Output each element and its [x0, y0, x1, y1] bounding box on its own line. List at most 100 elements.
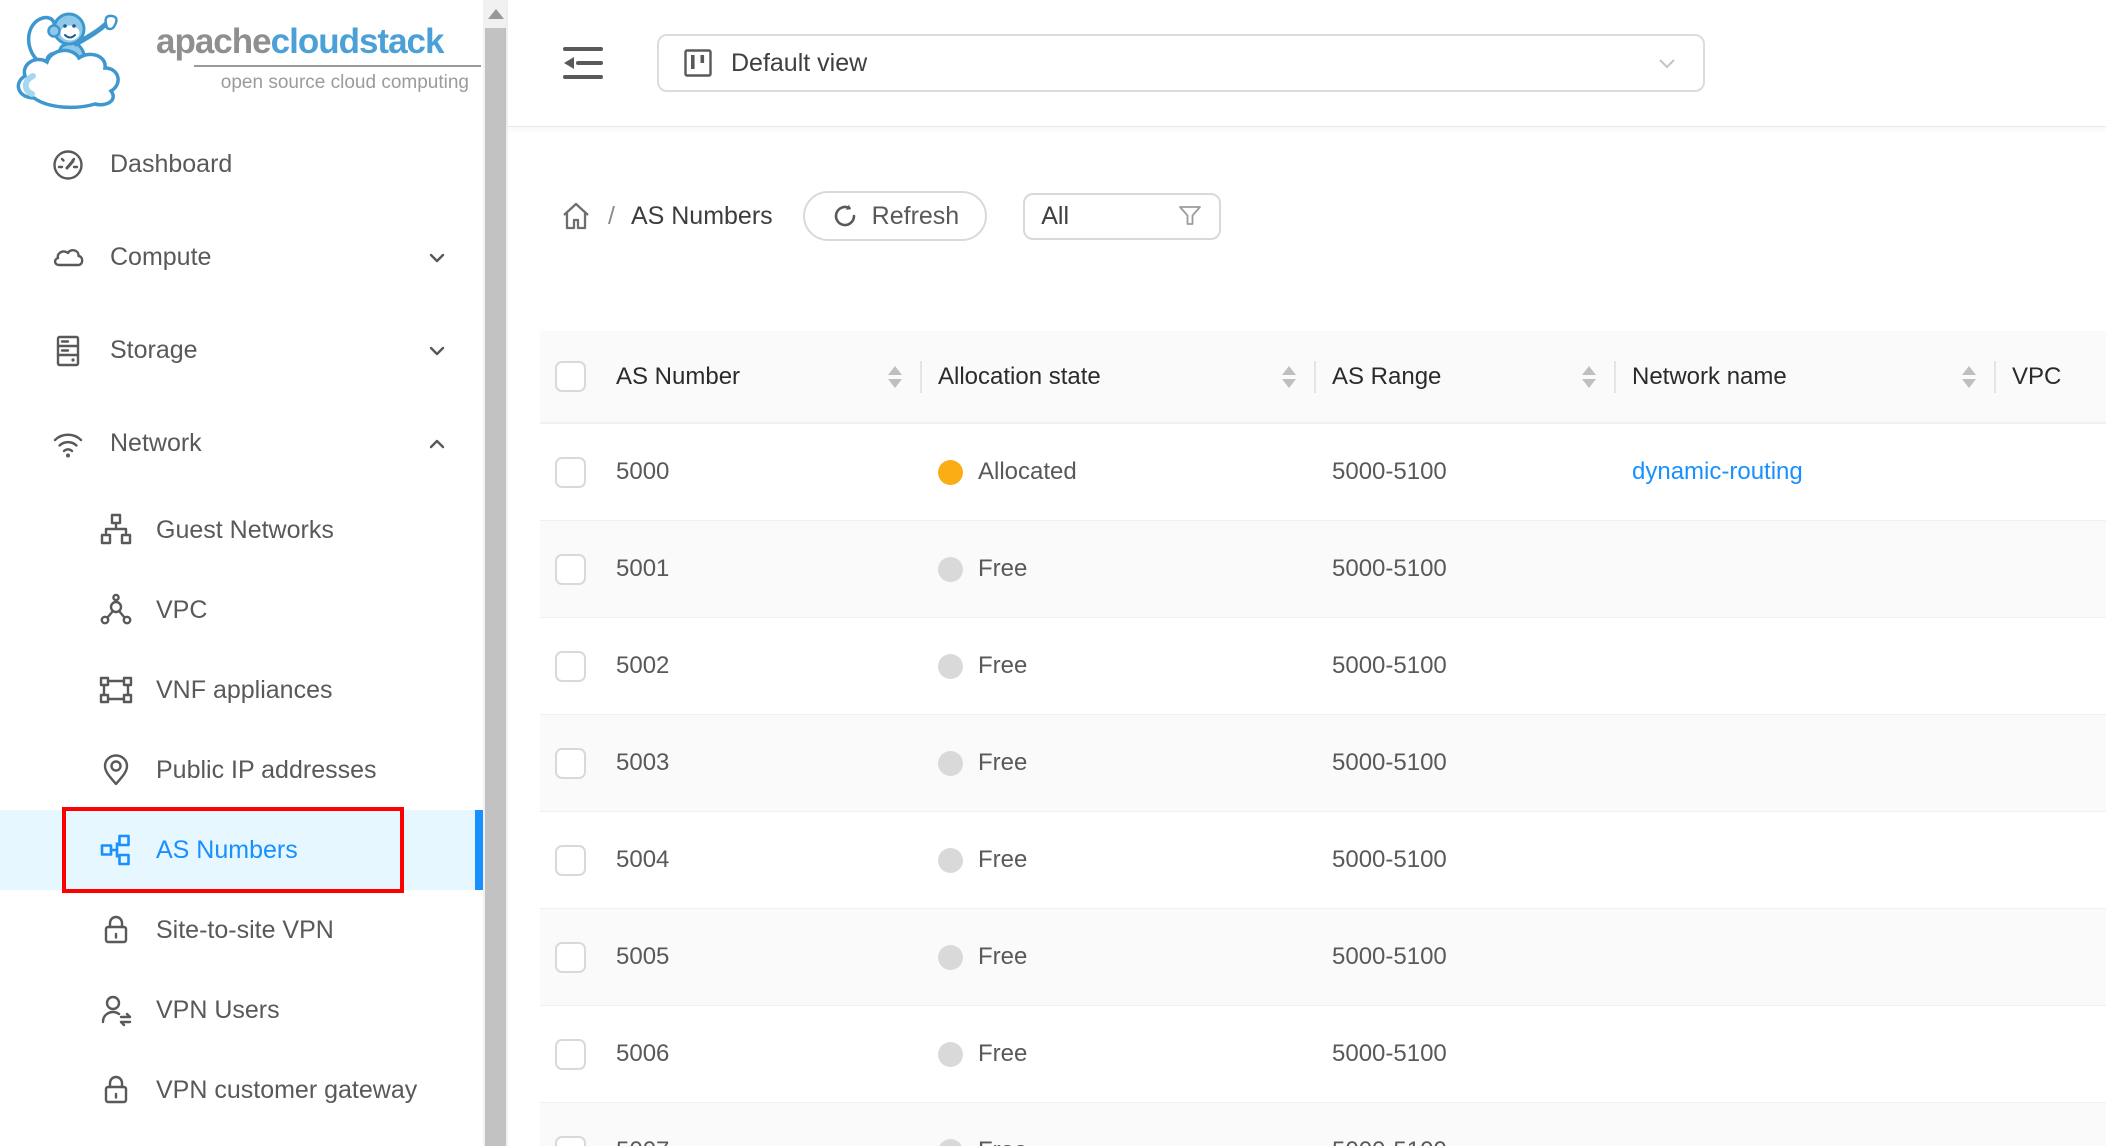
- status-label: Free: [978, 652, 1027, 680]
- status-dot: [938, 557, 963, 582]
- map-pin-icon: [98, 753, 134, 787]
- row-checkbox[interactable]: [555, 554, 586, 585]
- sidebar-item-label: Dashboard: [110, 150, 447, 179]
- sidebar-item-guest-networks[interactable]: Guest Networks: [0, 490, 483, 570]
- allocation-state-cell: Free: [922, 909, 1316, 1005]
- as-number-cell: 5005: [600, 909, 922, 1005]
- allocation-state-cell: Free: [922, 521, 1316, 617]
- network-name-cell: [1616, 1103, 1996, 1146]
- vpc-cell: [1996, 812, 2106, 908]
- row-checkbox[interactable]: [555, 748, 586, 779]
- status-dot: [938, 1139, 963, 1146]
- column-header-allocation-state[interactable]: Allocation state: [922, 331, 1316, 422]
- sidebar-item-storage[interactable]: Storage: [0, 304, 483, 397]
- status-dot: [938, 654, 963, 679]
- sidebar-item-label: Compute: [110, 243, 427, 272]
- scrollbar-thumb[interactable]: [485, 28, 506, 1146]
- vpc-cell: [1996, 521, 2106, 617]
- row-checkbox[interactable]: [555, 1039, 586, 1070]
- network-name-cell: [1616, 1006, 1996, 1102]
- sort-carets-icon[interactable]: [1582, 366, 1596, 388]
- breadcrumb-current: AS Numbers: [631, 202, 773, 231]
- status-dot: [938, 751, 963, 776]
- table-row: 5001 Free 5000-5100: [540, 521, 2106, 618]
- network-name-cell: [1616, 521, 1996, 617]
- select-all-checkbox[interactable]: [555, 361, 586, 392]
- network-name-link[interactable]: dynamic-routing: [1632, 458, 1803, 486]
- view-selector[interactable]: Default view: [657, 34, 1705, 92]
- status-label: Free: [978, 1040, 1027, 1068]
- row-checkbox[interactable]: [555, 845, 586, 876]
- sidebar-item-network[interactable]: Network: [0, 397, 483, 490]
- sidebar-item-site-to-site-vpn[interactable]: Site-to-site VPN: [0, 890, 483, 970]
- home-icon[interactable]: [560, 200, 592, 232]
- as-range-cell: 5000-5100: [1316, 1006, 1616, 1102]
- vpc-cell: [1996, 424, 2106, 520]
- vnf-frame-icon: [98, 673, 134, 707]
- lock-icon: [98, 1073, 134, 1107]
- chevron-down-icon: [1655, 51, 1679, 75]
- table-header-row: AS Number Allocation state AS Range Netw…: [540, 331, 2106, 424]
- dashboard-icon: [50, 147, 86, 183]
- as-number-cell: 5004: [600, 812, 922, 908]
- filter-selector[interactable]: All: [1023, 193, 1221, 240]
- as-range-cell: 5000-5100: [1316, 909, 1616, 1005]
- sidebar-item-vpn-customer-gateway[interactable]: VPN customer gateway: [0, 1050, 483, 1130]
- as-number-cell: 5000: [600, 424, 922, 520]
- sidebar-item-label: Public IP addresses: [156, 756, 483, 785]
- chevron-up-icon: [427, 434, 447, 454]
- sidebar-scrollbar[interactable]: [483, 0, 508, 1146]
- chevron-down-icon: [427, 248, 447, 268]
- sort-carets-icon[interactable]: [1962, 366, 1976, 388]
- row-checkbox[interactable]: [555, 1136, 586, 1146]
- view-selector-value: Default view: [731, 49, 1655, 78]
- column-label: VPC: [2012, 363, 2061, 391]
- column-header-vpc[interactable]: VPC: [1996, 331, 2106, 422]
- row-checkbox[interactable]: [555, 651, 586, 682]
- topbar: Default view: [508, 0, 2106, 127]
- allocation-state-cell: Free: [922, 1006, 1316, 1102]
- sidebar-item-label: Site-to-site VPN: [156, 916, 483, 945]
- brand-underline: [194, 65, 481, 67]
- sidebar: apachecloudstack open source cloud compu…: [0, 0, 483, 1146]
- column-header-as-number[interactable]: AS Number: [600, 331, 922, 422]
- brand-cloudstack: cloudstack: [271, 22, 444, 61]
- breadcrumb: / AS Numbers Refresh All: [560, 191, 2106, 241]
- sidebar-item-dashboard[interactable]: Dashboard: [0, 118, 483, 211]
- vpc-cell: [1996, 1006, 2106, 1102]
- sidebar-item-vpn-users[interactable]: VPN Users: [0, 970, 483, 1050]
- row-checkbox[interactable]: [555, 942, 586, 973]
- scroll-up-button[interactable]: [483, 0, 508, 28]
- sidebar-item-compute[interactable]: Compute: [0, 211, 483, 304]
- network-name-cell: [1616, 812, 1996, 908]
- sidebar-item-vnf-appliances[interactable]: VNF appliances: [0, 650, 483, 730]
- sort-carets-icon[interactable]: [888, 366, 902, 388]
- column-header-network-name[interactable]: Network name: [1616, 331, 1996, 422]
- column-header-as-range[interactable]: AS Range: [1316, 331, 1616, 422]
- row-checkbox[interactable]: [555, 457, 586, 488]
- as-number-cell: 5003: [600, 715, 922, 811]
- vpc-cell: [1996, 1103, 2106, 1146]
- brand-tagline: open source cloud computing: [156, 72, 483, 94]
- table-row: 5006 Free 5000-5100: [540, 1006, 2106, 1103]
- allocation-state-cell: Free: [922, 812, 1316, 908]
- sort-carets-icon[interactable]: [1282, 366, 1296, 388]
- as-number-cell: 5001: [600, 521, 922, 617]
- vpn-users-icon: [98, 993, 134, 1027]
- sidebar-item-as-numbers[interactable]: AS Numbers: [0, 810, 483, 890]
- as-numbers-table: AS Number Allocation state AS Range Netw…: [540, 331, 2106, 1146]
- chevron-down-icon: [427, 341, 447, 361]
- menu-fold-icon[interactable]: [562, 44, 604, 82]
- sidebar-item-label: VNF appliances: [156, 676, 483, 705]
- as-number-cell: 5002: [600, 618, 922, 714]
- as-range-cell: 5000-5100: [1316, 521, 1616, 617]
- as-number-cell: 5006: [600, 1006, 922, 1102]
- lock-icon: [98, 913, 134, 947]
- sidebar-item-public-ip-addresses[interactable]: Public IP addresses: [0, 730, 483, 810]
- network-name-cell: [1616, 715, 1996, 811]
- as-number-cell: 5007: [600, 1103, 922, 1146]
- refresh-button[interactable]: Refresh: [803, 191, 988, 241]
- as-range-cell: 5000-5100: [1316, 424, 1616, 520]
- sidebar-item-vpc[interactable]: VPC: [0, 570, 483, 650]
- vpc-cell: [1996, 715, 2106, 811]
